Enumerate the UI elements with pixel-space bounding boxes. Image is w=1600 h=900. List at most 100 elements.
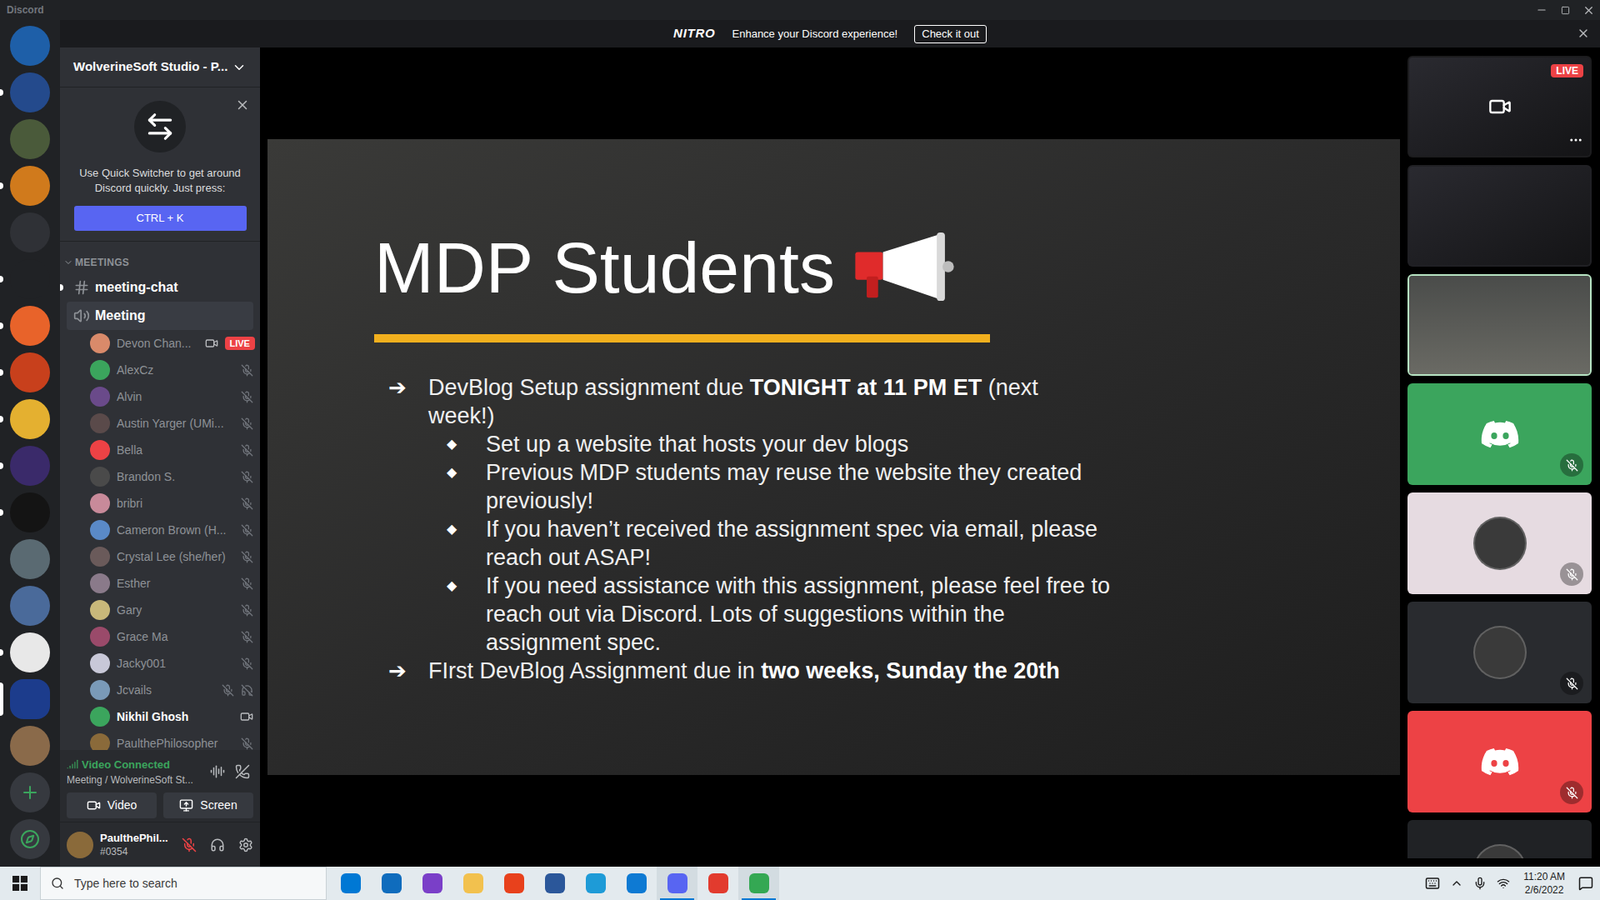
notifications-icon[interactable] xyxy=(1578,875,1594,891)
server-item[interactable] xyxy=(0,212,60,253)
taskbar-app[interactable] xyxy=(615,866,657,900)
server-item[interactable] xyxy=(0,632,60,673)
minimize-button[interactable] xyxy=(1530,0,1554,20)
banner-button[interactable]: Check it out xyxy=(914,25,987,44)
taskbar-app[interactable] xyxy=(697,866,739,900)
stream-tile[interactable] xyxy=(1407,492,1592,595)
voice-user[interactable]: Jacky001 xyxy=(60,650,260,677)
user-avatar xyxy=(90,733,110,750)
voice-user[interactable]: Cameron Brown (H... xyxy=(60,516,260,544)
server-icon xyxy=(10,585,50,626)
stream-tile[interactable] xyxy=(1407,820,1592,859)
voice-user[interactable]: Nikhil Ghosh xyxy=(60,703,260,730)
voice-user[interactable]: bribri xyxy=(60,490,260,517)
voice-button[interactable]: Video xyxy=(66,792,157,819)
server-item[interactable] xyxy=(0,492,60,533)
voice-user[interactable]: Austin Yarger (UMi... xyxy=(60,410,260,437)
server-item[interactable] xyxy=(0,819,60,860)
server-item[interactable] xyxy=(0,445,60,486)
close-button[interactable] xyxy=(1576,0,1600,20)
stream-tile[interactable]: LIVE xyxy=(1407,55,1592,158)
voice-user[interactable]: Grace Ma xyxy=(60,623,260,650)
taskbar-app[interactable] xyxy=(575,866,616,900)
screen-icon xyxy=(179,798,194,813)
unread-pill xyxy=(0,649,4,656)
close-banner-icon[interactable] xyxy=(1576,26,1590,40)
tray-chevron-icon[interactable] xyxy=(1450,876,1464,890)
server-item[interactable] xyxy=(0,679,60,720)
muted-indicator xyxy=(1560,453,1584,477)
camera-icon xyxy=(1488,95,1512,119)
server-item[interactable] xyxy=(0,725,60,766)
server-item[interactable] xyxy=(0,25,60,66)
disconnect-icon[interactable] xyxy=(235,764,250,780)
voice-user[interactable]: Crystal Lee (she/her) xyxy=(60,543,260,570)
voice-user[interactable]: AlexCz xyxy=(60,356,260,384)
server-item[interactable] xyxy=(0,585,60,626)
channel-sidebar: WolverineSoft Studio - P...Use Quick Swi… xyxy=(60,47,260,867)
taskbar-app[interactable] xyxy=(411,866,453,900)
voice-user[interactable]: Alvin xyxy=(60,383,260,410)
voice-user[interactable]: Jcvails xyxy=(60,676,260,704)
server-item[interactable] xyxy=(0,399,60,440)
slide[interactable]: MDP Students➔DevBlog Setup assignment du… xyxy=(267,139,1400,775)
server-item[interactable] xyxy=(0,119,60,160)
headphones-icon[interactable] xyxy=(210,837,225,853)
stream-tile[interactable] xyxy=(1407,165,1592,267)
channel-item[interactable]: Meeting xyxy=(66,301,254,330)
stream-tile[interactable] xyxy=(1407,710,1592,813)
date: 2/6/2022 xyxy=(1525,883,1565,897)
maximize-button[interactable] xyxy=(1553,0,1577,20)
voice-user[interactable]: Bella xyxy=(60,436,260,464)
settings-icon[interactable] xyxy=(238,837,254,853)
server-item[interactable] xyxy=(0,539,60,580)
clock[interactable]: 11:20 AM2/6/2022 xyxy=(1520,870,1569,897)
taskbar-app[interactable] xyxy=(534,866,575,900)
stream-list: LIVE xyxy=(1407,55,1592,859)
channel-item[interactable]: meeting-chat xyxy=(66,273,254,302)
user-avatar xyxy=(90,413,110,434)
taskbar-app[interactable] xyxy=(370,866,412,900)
camera-feed xyxy=(1409,275,1590,375)
ctrl-k-button[interactable]: CTRL + K xyxy=(74,205,247,231)
taskbar-app[interactable] xyxy=(656,866,698,900)
stream-tile[interactable] xyxy=(1407,383,1592,485)
server-item[interactable] xyxy=(0,305,60,346)
taskbar-app[interactable] xyxy=(452,866,494,900)
channel-category[interactable]: MEETINGS xyxy=(60,241,260,274)
voice-button[interactable]: Screen xyxy=(163,792,254,819)
taskbar-search[interactable]: Type here to search xyxy=(40,866,327,900)
server-item[interactable] xyxy=(0,259,60,300)
voice-user[interactable]: Gary xyxy=(60,596,260,624)
server-icon xyxy=(10,165,50,206)
voice-user[interactable]: PaulthePhilosopher xyxy=(60,730,260,750)
server-item[interactable] xyxy=(0,352,60,393)
close-card-icon[interactable] xyxy=(235,97,250,113)
video-icon xyxy=(86,798,101,813)
noise-suppression-icon[interactable] xyxy=(210,764,225,780)
start-button[interactable] xyxy=(0,866,40,900)
server-header[interactable]: WolverineSoft Studio - P... xyxy=(60,47,260,88)
stream-tile[interactable] xyxy=(1407,274,1592,376)
banner-message: Enhance your Discord experience! xyxy=(732,25,899,43)
voice-user[interactable]: Devon Chan...LIVE xyxy=(60,330,260,357)
server-icon xyxy=(10,399,50,440)
taskbar-app[interactable] xyxy=(330,866,371,900)
voice-user[interactable]: Esther xyxy=(60,570,260,597)
server-icon xyxy=(10,72,50,113)
server-item[interactable] xyxy=(0,72,60,113)
voice-user[interactable]: Brandon S. xyxy=(60,463,260,490)
taskbar-app[interactable] xyxy=(738,866,780,900)
taskbar-app[interactable] xyxy=(493,866,535,900)
network-icon[interactable] xyxy=(1496,876,1510,890)
stream-tile[interactable] xyxy=(1407,601,1592,704)
mic-muted-icon xyxy=(1565,459,1579,472)
server-item[interactable] xyxy=(0,165,60,206)
keyboard-icon[interactable] xyxy=(1425,875,1440,891)
mic-muted-icon[interactable] xyxy=(181,837,197,853)
server-icon xyxy=(10,25,50,66)
bullet-marker: ◆ xyxy=(446,458,486,515)
more-icon[interactable] xyxy=(1568,132,1584,148)
arrows-icon xyxy=(144,110,176,143)
server-item[interactable] xyxy=(0,772,60,813)
